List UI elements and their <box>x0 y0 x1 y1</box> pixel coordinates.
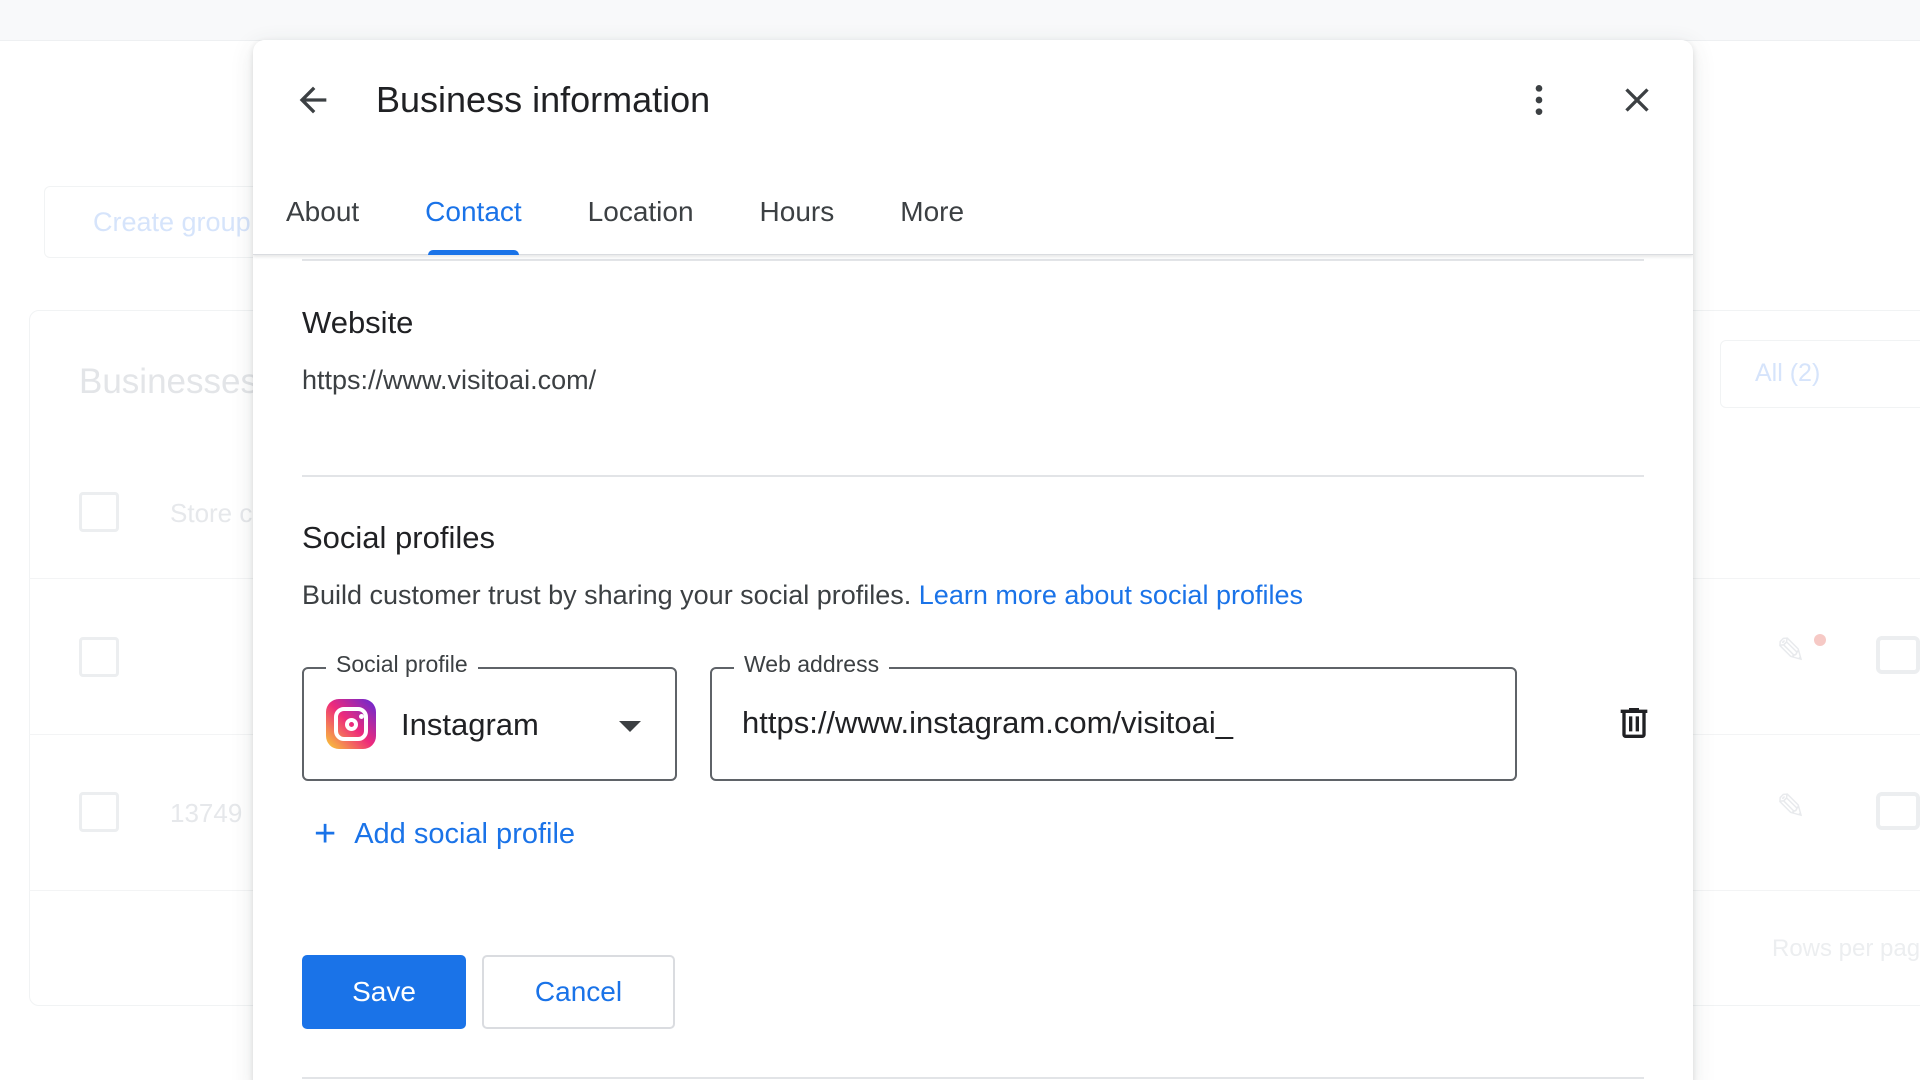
tab-location[interactable]: Location <box>555 190 727 255</box>
tab-hours[interactable]: Hours <box>727 190 868 255</box>
edit-pencil-icon: ✎ <box>1776 786 1807 827</box>
arrow-left-icon <box>293 80 333 125</box>
plus-icon: + <box>314 813 337 855</box>
add-photo-icon <box>1876 636 1920 674</box>
add-social-profile-button[interactable]: + Add social profile <box>314 804 575 864</box>
row-checkbox <box>79 637 119 677</box>
background-top-bar <box>0 0 1920 41</box>
close-button[interactable] <box>1609 74 1665 130</box>
tab-contact[interactable]: Contact <box>392 190 555 255</box>
filter-all-chip: All (2) <box>1720 340 1920 408</box>
dialog-header: Business information About Contact Locat… <box>253 40 1693 255</box>
create-group-button: Create group <box>44 186 284 258</box>
rows-per-page-label: Rows per page <box>1772 935 1920 962</box>
social-profile-label: Social profile <box>326 651 478 678</box>
helper-text: Build customer trust by sharing your soc… <box>302 580 912 610</box>
caret-down-icon <box>619 721 641 732</box>
businesses-title: Businesses <box>79 362 258 401</box>
save-button[interactable]: Save <box>302 955 466 1029</box>
tab-bar: About Contact Location Hours More <box>253 190 997 255</box>
social-profiles-title: Social profiles <box>302 520 495 555</box>
social-profiles-helper: Build customer trust by sharing your soc… <box>302 580 1303 611</box>
business-information-dialog: Business information About Contact Locat… <box>253 40 1693 1080</box>
select-all-checkbox <box>79 492 119 532</box>
web-address-label: Web address <box>734 651 890 678</box>
web-address-input[interactable] <box>742 705 1482 741</box>
edit-pencil-icon: ✎ <box>1776 630 1807 671</box>
more-vert-icon <box>1519 80 1559 125</box>
close-icon <box>1617 80 1657 125</box>
cancel-button[interactable]: Cancel <box>482 955 675 1029</box>
instagram-icon <box>326 699 376 749</box>
add-social-profile-label: Add social profile <box>354 817 576 850</box>
back-button[interactable] <box>285 74 341 130</box>
divider <box>302 1077 1644 1079</box>
more-options-button[interactable] <box>1511 74 1567 130</box>
add-photo-icon <box>1876 792 1920 830</box>
website-section-title: Website <box>302 305 414 340</box>
divider <box>302 259 1644 261</box>
dialog-title: Business information <box>376 79 711 120</box>
tab-about[interactable]: About <box>253 190 392 255</box>
learn-more-link[interactable]: Learn more about social profiles <box>919 580 1303 610</box>
trash-icon <box>1614 703 1654 748</box>
social-profile-select[interactable]: Social profile Instagram <box>302 651 677 781</box>
social-profile-value: Instagram <box>401 707 539 742</box>
row-checkbox <box>79 792 119 832</box>
website-value: https://www.visitoai.com/ <box>302 365 597 395</box>
delete-profile-button[interactable] <box>1612 703 1656 747</box>
tab-more[interactable]: More <box>867 190 997 255</box>
divider <box>302 475 1644 477</box>
notification-dot <box>1814 634 1826 646</box>
web-address-field: Web address <box>710 651 1517 781</box>
table-row-store-code: 13749 <box>170 798 243 828</box>
